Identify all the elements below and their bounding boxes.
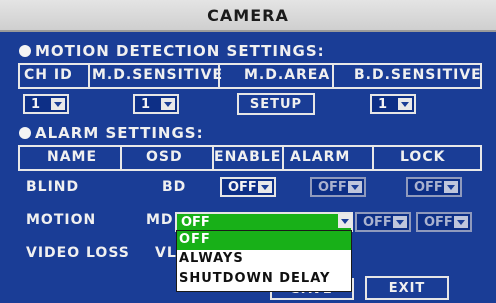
exit-button-label: EXIT [388,281,426,296]
motion-alarm-select: OFF [355,212,411,232]
column-header-md-sensitive: M.D.SENSITIVE [92,67,224,83]
column-header-bd-sensitive: B.D.SENSITIVE [354,67,482,83]
row-osd-motion: MD [146,212,174,228]
dropdown-option-label: ALWAYS [179,251,244,266]
chevron-down-icon[interactable] [338,214,352,228]
md-sensitive-select[interactable]: 1 [133,94,179,114]
chevron-down-icon[interactable] [258,181,272,193]
md-sensitive-value: 1 [141,97,151,112]
dropdown-option-off[interactable]: OFF [177,231,351,250]
window-title: CAMERA [207,6,289,25]
motion-lock-select: OFF [416,212,472,232]
alarm-settings-heading: ALARM SETTINGS: [19,124,204,142]
chevron-down-icon[interactable] [398,98,412,110]
motion-detection-heading-text: MOTION DETECTION SETTINGS: [35,42,325,60]
dropdown-option-label: OFF [179,232,211,247]
bd-sensitive-value: 1 [378,97,388,112]
column-header-osd: OSD [146,149,183,165]
chevron-down-icon [393,216,407,228]
row-osd-blind: BD [162,179,187,195]
grid-divider [282,147,284,169]
section-bullet-icon [19,127,31,139]
chevron-down-icon [454,216,468,228]
grid-divider [120,147,122,169]
blind-lock-value: OFF [414,180,443,195]
chevron-down-icon [348,181,362,193]
row-name-blind: BLIND [26,179,80,195]
chevron-down-icon[interactable] [51,98,65,110]
column-header-md-area: M.D.AREA [244,67,331,83]
motion-enable-select-open[interactable]: OFF [175,212,353,232]
title-bar: CAMERA [0,0,496,32]
column-header-name: NAME [47,149,98,165]
ch-id-select[interactable]: 1 [23,94,69,114]
grid-divider [332,65,334,87]
column-header-alarm: ALARM [290,149,351,165]
bd-sensitive-select[interactable]: 1 [370,94,416,114]
ch-id-value: 1 [31,97,41,112]
chevron-down-icon[interactable] [161,98,175,110]
dropdown-option-label: SHUTDOWN DELAY [179,271,331,286]
exit-button[interactable]: EXIT [365,276,449,300]
blind-alarm-select: OFF [310,177,366,197]
row-osd-video-loss: VL [155,245,177,261]
column-header-ch-id: CH ID [24,67,73,83]
blind-enable-value: OFF [228,180,257,195]
grid-divider [372,147,374,169]
column-header-lock: LOCK [400,149,446,165]
camera-settings-window: CAMERA MOTION DETECTION SETTINGS: CH ID … [0,0,496,303]
grid-divider [88,65,90,87]
blind-enable-select[interactable]: OFF [220,177,276,197]
dropdown-option-shutdown-delay[interactable]: SHUTDOWN DELAY [177,270,351,289]
alarm-settings-heading-text: ALARM SETTINGS: [35,124,204,142]
section-bullet-icon [19,45,31,57]
motion-enable-value: OFF [181,215,210,230]
motion-lock-value: OFF [424,215,453,230]
motion-alarm-value: OFF [363,215,392,230]
column-header-enable: ENABLE [214,149,282,165]
blind-lock-select: OFF [406,177,462,197]
row-name-video-loss: VIDEO LOSS [26,245,130,261]
md-area-setup-button[interactable]: SETUP [237,93,315,115]
motion-enable-dropdown-list: OFF ALWAYS SHUTDOWN DELAY [176,230,352,292]
row-name-motion: MOTION [26,212,97,228]
chevron-down-icon [444,181,458,193]
blind-alarm-value: OFF [318,180,347,195]
motion-detection-heading: MOTION DETECTION SETTINGS: [19,42,325,60]
dropdown-option-always[interactable]: ALWAYS [177,250,351,269]
setup-button-label: SETUP [249,97,303,112]
